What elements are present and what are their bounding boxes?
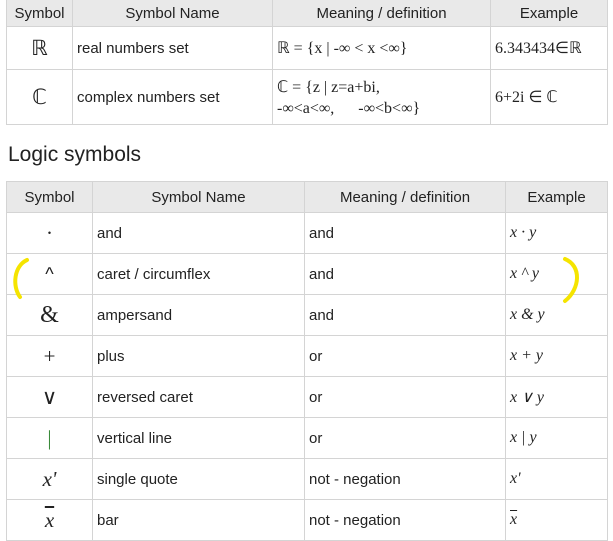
example-cell: x & y bbox=[505, 294, 608, 336]
symbol-name-cell: single quote bbox=[92, 458, 305, 500]
logic-symbols-table: Symbol Symbol Name Meaning / definition … bbox=[6, 181, 608, 541]
table-row: x' single quote not - negation x' bbox=[6, 458, 608, 500]
column-header: Meaning / definition bbox=[304, 181, 506, 213]
symbol-cell: ∨ bbox=[6, 376, 93, 418]
meaning-cell: ℂ = {z | z=a+bi, -∞<a<∞, -∞<b<∞} bbox=[272, 69, 491, 125]
symbol-name-cell: real numbers set bbox=[72, 26, 273, 70]
table-row: ℂ complex numbers set ℂ = {z | z=a+bi, -… bbox=[6, 69, 608, 125]
symbol-name-cell: bar bbox=[92, 499, 305, 541]
column-header: Example bbox=[490, 0, 608, 27]
example-cell: x · y bbox=[505, 212, 608, 254]
example-cell: x ^ y bbox=[505, 253, 608, 295]
symbol-name-cell: vertical line bbox=[92, 417, 305, 459]
table-row: | vertical line or x | y bbox=[6, 417, 608, 459]
meaning-cell: ℝ = {x | -∞ < x <∞} bbox=[272, 26, 491, 70]
example-cell: x ∨ y bbox=[505, 376, 608, 418]
symbol-name-cell: ampersand bbox=[92, 294, 305, 336]
table-header-row: Symbol Symbol Name Meaning / definition … bbox=[6, 0, 608, 27]
example-cell: x' bbox=[505, 458, 608, 500]
number-sets-table: Symbol Symbol Name Meaning / definition … bbox=[6, 0, 608, 125]
table-header-row: Symbol Symbol Name Meaning / definition … bbox=[6, 181, 608, 213]
column-header: Symbol Name bbox=[92, 181, 305, 213]
symbol-cell: ℂ bbox=[6, 69, 73, 125]
column-header: Symbol bbox=[6, 181, 93, 213]
example-cell: x | y bbox=[505, 417, 608, 459]
section-title: Logic symbols bbox=[8, 143, 142, 166]
meaning-cell: or bbox=[304, 376, 506, 418]
column-header: Example bbox=[505, 181, 608, 213]
column-header: Meaning / definition bbox=[272, 0, 491, 27]
meaning-cell: not - negation bbox=[304, 458, 506, 500]
symbol-name-cell: complex numbers set bbox=[72, 69, 273, 125]
meaning-cell: and bbox=[304, 212, 506, 254]
x-bar-symbol: x bbox=[44, 507, 55, 532]
meaning-cell: not - negation bbox=[304, 499, 506, 541]
symbol-cell: & bbox=[6, 294, 93, 336]
example-cell: x bbox=[505, 499, 608, 541]
table-row: ^ caret / circumflex and x ^ y bbox=[6, 253, 608, 295]
table-row: x bar not - negation x bbox=[6, 499, 608, 541]
symbol-cell: | bbox=[6, 417, 93, 459]
meaning-cell: and bbox=[304, 294, 506, 336]
symbol-name-cell: and bbox=[92, 212, 305, 254]
symbol-cell: ℝ bbox=[6, 26, 73, 70]
symbol-name-cell: plus bbox=[92, 335, 305, 377]
symbol-name-cell: caret / circumflex bbox=[92, 253, 305, 295]
column-header: Symbol Name bbox=[72, 0, 273, 27]
example-cell: 6.343434∈ℝ bbox=[490, 26, 608, 70]
table-row: ℝ real numbers set ℝ = {x | -∞ < x <∞} 6… bbox=[6, 26, 608, 70]
column-header: Symbol bbox=[6, 0, 73, 27]
example-cell: 6+2i ∈ ℂ bbox=[490, 69, 608, 125]
table-row: + plus or x + y bbox=[6, 335, 608, 377]
symbol-cell: · bbox=[6, 212, 93, 254]
example-cell: x + y bbox=[505, 335, 608, 377]
table-row: & ampersand and x & y bbox=[6, 294, 608, 336]
symbol-cell: + bbox=[6, 335, 93, 377]
meaning-line-1: ℂ = {z | z=a+bi, bbox=[277, 79, 380, 96]
table-row: ∨ reversed caret or x ∨ y bbox=[6, 376, 608, 418]
symbol-name-cell: reversed caret bbox=[92, 376, 305, 418]
symbol-cell: x bbox=[6, 499, 93, 541]
table-row: · and and x · y bbox=[6, 212, 608, 254]
meaning-line-2: -∞<a<∞, -∞<b<∞} bbox=[277, 100, 421, 117]
meaning-cell: and bbox=[304, 253, 506, 295]
symbol-cell: x' bbox=[6, 458, 93, 500]
meaning-cell: or bbox=[304, 417, 506, 459]
symbol-cell: ^ bbox=[6, 253, 93, 295]
meaning-cell: or bbox=[304, 335, 506, 377]
x-bar-example: x bbox=[510, 511, 518, 528]
